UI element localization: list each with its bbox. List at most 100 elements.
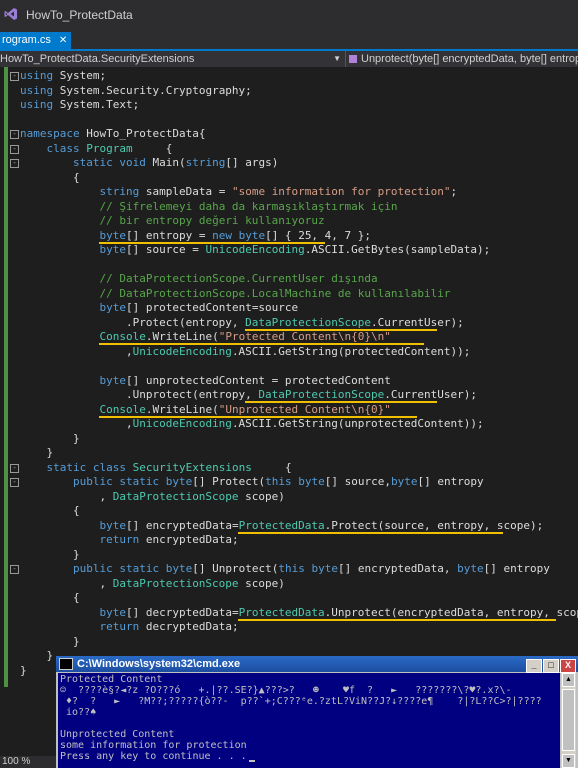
code-token: byte — [99, 518, 126, 532]
code-line: namespace HowTo_ProtectData{ — [20, 127, 205, 142]
code-token: .WriteLine( — [145, 330, 219, 343]
collapse-icon[interactable]: - — [10, 130, 19, 139]
code-line: static class SecurityExtensions { — [20, 461, 292, 476]
console-scrollbar[interactable]: ▲ ▼ — [561, 673, 576, 768]
code-token: DataProtectionScope — [112, 576, 239, 590]
code-line: { — [20, 171, 80, 186]
code-token: , — [20, 576, 113, 590]
code-token: return — [99, 533, 140, 546]
chevron-down-icon: ▼ — [333, 54, 341, 63]
code-token: ; — [450, 185, 458, 198]
minimize-button[interactable]: _ — [526, 659, 542, 673]
code-token: byte — [99, 301, 126, 314]
change-margin — [4, 67, 8, 687]
window-title: HowTo_ProtectData — [26, 8, 133, 22]
code-token: byte — [311, 562, 338, 575]
code-token: } — [20, 634, 80, 648]
code-token: "Protected Content\n{0}\n" — [218, 330, 391, 343]
code-token: byte — [99, 373, 126, 387]
scroll-thumb[interactable] — [562, 689, 575, 751]
code-token: byte — [457, 562, 484, 575]
code-token: UnicodeEncoding — [132, 344, 232, 358]
code-token: [] entropy — [417, 475, 484, 488]
code-line: byte[] protectedContent=source — [20, 301, 298, 316]
collapse-icon[interactable]: - — [10, 72, 19, 81]
collapse-icon[interactable]: - — [10, 144, 19, 154]
method-icon — [349, 55, 357, 64]
code-line: // Şifrelemeyi daha da karmaşıklaştırmak… — [20, 200, 397, 215]
code-line: { — [20, 504, 80, 519]
console-line: ☺ ????è§?◄?z ?O???ó +.|??.SE?}▲???>? ☻ ♥… — [60, 685, 512, 696]
collapse-icon[interactable]: - — [10, 159, 19, 168]
code-line: } — [20, 432, 80, 447]
console-line: Unprotected Content — [60, 729, 175, 740]
console-line: some information for protection — [60, 740, 247, 751]
console-output: Protected Content ☺ ????è§?◄?z ?O???ó +.… — [58, 673, 560, 768]
code-token: [] args) — [225, 156, 279, 169]
code-token: encryptedData; — [139, 533, 239, 546]
code-token: [] source, — [324, 475, 391, 488]
code-token: using — [20, 83, 54, 97]
member-dropdown[interactable]: Unprotect(byte[] encryptedData, byte[] e… — [347, 51, 578, 67]
console-line: Protected Content — [60, 674, 163, 685]
scroll-up-icon[interactable]: ▲ — [562, 673, 575, 687]
type-dropdown[interactable]: HowTo_ProtectData.SecurityExtensions ▼ — [0, 51, 346, 67]
code-token: // DataProtectionScope.CurrentUser dışın… — [99, 272, 378, 285]
code-token: [] protectedContent=source — [125, 301, 299, 314]
code-line: { — [20, 591, 80, 606]
cmd-title-bar[interactable]: C:\Windows\system32\cmd.exe _ □ X — [56, 656, 578, 673]
code-token: using — [20, 98, 54, 111]
code-token: byte — [99, 228, 126, 242]
code-token: [] unprotectedContent = protectedContent — [125, 373, 391, 387]
code-line: ,UnicodeEncoding.ASCII.GetString(protect… — [20, 345, 470, 360]
code-token: decryptedData; — [139, 620, 239, 633]
code-token: .ASCII.GetString(protectedContent)); — [231, 344, 471, 358]
scroll-down-icon[interactable]: ▼ — [562, 754, 575, 768]
code-line: // DataProtectionScope.CurrentUser dışın… — [20, 272, 378, 287]
code-token: Console — [99, 330, 146, 343]
code-token: , — [20, 489, 113, 503]
code-token: class — [46, 141, 80, 155]
highlight-underline — [245, 328, 438, 331]
tab-program-cs[interactable]: rogram.cs ✕ — [0, 32, 72, 49]
highlight-underline — [238, 618, 557, 621]
code-token: "Unprotected Content\n{0}" — [218, 402, 391, 416]
code-token: { — [20, 591, 80, 604]
collapse-icon[interactable]: - — [10, 565, 19, 574]
zoom-level[interactable]: 100 % — [0, 756, 56, 768]
code-token: new — [212, 228, 232, 242]
collapse-icon[interactable]: - — [10, 463, 19, 473]
code-token: HowTo_ProtectData{ — [79, 127, 206, 140]
code-token: return — [99, 620, 140, 633]
code-token: static — [46, 460, 87, 474]
code-token: byte — [165, 475, 193, 488]
code-line: byte[] unprotectedContent = protectedCon… — [20, 373, 391, 389]
code-token: .ASCII.GetString(unprotectedContent)); — [231, 417, 484, 430]
console-prompt: Press any key to continue . . . — [60, 751, 247, 762]
code-token: { — [251, 460, 292, 474]
code-line: } — [20, 548, 80, 563]
code-line: , DataProtectionScope scope) — [20, 489, 284, 505]
collapse-icon[interactable]: - — [10, 478, 19, 487]
highlight-underline — [99, 343, 424, 345]
code-token: UnicodeEncoding — [132, 417, 232, 430]
tab-label: rogram.cs — [2, 34, 51, 46]
code-token: string — [99, 185, 140, 198]
code-token: .Unprotect(encryptedData, entropy, scope… — [324, 605, 578, 619]
code-token: sampleData = — [139, 185, 232, 198]
close-icon[interactable]: ✕ — [59, 35, 67, 46]
code-token: public — [72, 475, 113, 488]
code-line: } — [20, 664, 27, 679]
code-token: [] decryptedData= — [125, 605, 239, 619]
code-token: this — [265, 475, 292, 488]
close-button[interactable]: X — [560, 659, 576, 673]
maximize-button[interactable]: □ — [543, 659, 559, 673]
code-token: } — [20, 547, 80, 561]
